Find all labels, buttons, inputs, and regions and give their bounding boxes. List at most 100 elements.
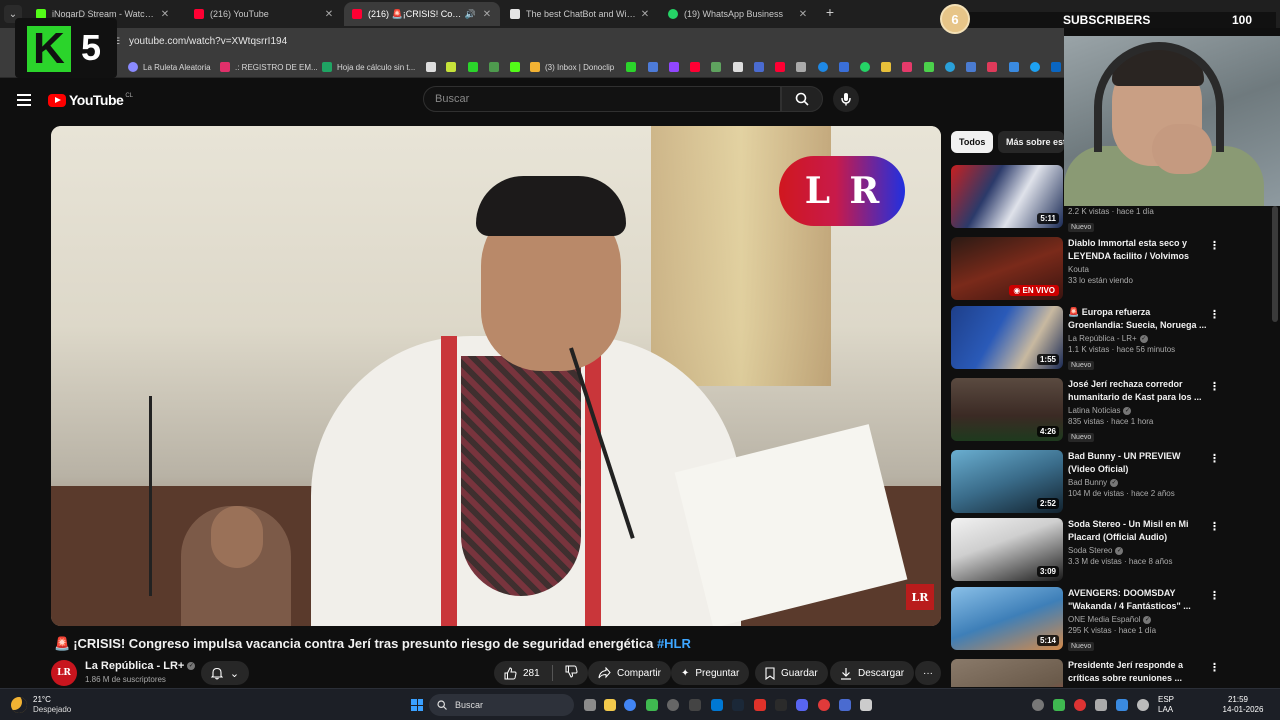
bookmark-icon[interactable] bbox=[839, 62, 849, 72]
microphone-icon[interactable] bbox=[1137, 699, 1149, 711]
recommended-video[interactable]: ◉ EN VIVO Diablo Immortal esta seco y LE… bbox=[951, 237, 1261, 303]
close-tab-icon[interactable]: ✕ bbox=[796, 9, 810, 20]
app-icon[interactable] bbox=[667, 699, 679, 711]
more-options-icon[interactable]: ⋮ bbox=[1209, 452, 1220, 465]
lr-corner-logo[interactable]: LR bbox=[906, 584, 934, 610]
close-tab-icon[interactable]: ✕ bbox=[638, 9, 652, 20]
video-channel[interactable]: La República - LR+ ✓ bbox=[1068, 334, 1208, 343]
save-button[interactable]: Guardar bbox=[755, 661, 828, 685]
more-options-icon[interactable]: ⋮ bbox=[1209, 239, 1220, 252]
bookmark-ruleta[interactable]: La Ruleta Aleatoria bbox=[128, 60, 211, 74]
notifications-button[interactable]: ⌄ bbox=[201, 661, 249, 685]
bookmark-donoclip[interactable]: (3) Inbox | Donoclip bbox=[530, 60, 614, 74]
more-options-icon[interactable]: ⋮ bbox=[1209, 589, 1220, 602]
youtube-logo[interactable]: YouTube CL bbox=[48, 92, 133, 108]
video-title[interactable]: Diablo Immortal esta seco y LEYENDA faci… bbox=[1068, 237, 1208, 263]
video-thumbnail[interactable]: 1:55 bbox=[951, 306, 1063, 369]
more-actions-button[interactable]: ··· bbox=[915, 661, 941, 685]
chrome-icon[interactable] bbox=[624, 699, 636, 711]
bookmark-icon[interactable] bbox=[648, 62, 658, 72]
discord-icon[interactable] bbox=[796, 699, 808, 711]
app-icon[interactable] bbox=[711, 699, 723, 711]
youtube-bookmark-icon[interactable] bbox=[775, 62, 785, 72]
dislike-button[interactable] bbox=[565, 665, 578, 681]
twitter-icon[interactable] bbox=[1030, 62, 1040, 72]
taskbar-search[interactable]: Buscar bbox=[429, 694, 574, 716]
new-tab-button[interactable]: + bbox=[822, 4, 838, 22]
download-button[interactable]: Descargar bbox=[830, 661, 915, 685]
steam-icon[interactable] bbox=[732, 699, 744, 711]
messenger-icon[interactable] bbox=[818, 62, 828, 72]
bookmark-icon[interactable] bbox=[881, 62, 891, 72]
bookmark-icon[interactable] bbox=[902, 62, 912, 72]
bookmark-icon[interactable] bbox=[711, 62, 721, 72]
ask-button[interactable]: ✦ Preguntar bbox=[671, 661, 750, 685]
video-title[interactable]: Presidente Jerí responde a críticas sobr… bbox=[1068, 659, 1208, 685]
more-options-icon[interactable]: ⋮ bbox=[1209, 520, 1220, 533]
bookmark-icon[interactable] bbox=[796, 62, 806, 72]
kick-bookmark-icon[interactable] bbox=[510, 62, 520, 72]
weather-moon-icon[interactable] bbox=[11, 697, 27, 713]
more-options-icon[interactable]: ⋮ bbox=[1209, 661, 1220, 674]
video-title[interactable]: José Jerí rechaza corredor humanitario d… bbox=[1068, 378, 1208, 404]
bookmark-icon[interactable] bbox=[966, 62, 976, 72]
like-button[interactable]: 281 bbox=[504, 666, 540, 680]
bookmark-icon[interactable] bbox=[754, 62, 764, 72]
search-input[interactable]: Buscar bbox=[423, 86, 781, 112]
clock-date[interactable]: 14-01-2026 bbox=[1218, 705, 1268, 714]
recommended-video[interactable]: 1:55 🚨 Europa refuerza Groenlandia: Suec… bbox=[951, 306, 1261, 372]
bookmark-icon[interactable] bbox=[733, 62, 743, 72]
bookmark-registro[interactable]: .: REGISTRO DE EM... bbox=[220, 60, 318, 74]
keyboard-layout[interactable]: LAA bbox=[1158, 705, 1173, 714]
task-view-icon[interactable] bbox=[584, 699, 596, 711]
weather-temperature[interactable]: 21°C bbox=[33, 695, 51, 704]
bookmark-icon[interactable] bbox=[1009, 62, 1019, 72]
tray-icon[interactable] bbox=[1074, 699, 1086, 711]
bookmark-icon[interactable] bbox=[987, 62, 997, 72]
recommended-video[interactable]: 3:09 Soda Stereo - Un Misil en Mi Placar… bbox=[951, 518, 1261, 584]
video-title[interactable]: Bad Bunny - UN PREVIEW (Video Oficial) bbox=[1068, 450, 1208, 476]
search-button[interactable] bbox=[781, 86, 823, 112]
video-title[interactable]: Soda Stereo - Un Misil en Mi Placard (Of… bbox=[1068, 518, 1208, 544]
linkedin-icon[interactable] bbox=[1051, 62, 1061, 72]
chip-mas-sobre-canal[interactable]: Más sobre este canal bbox=[998, 131, 1064, 153]
video-channel[interactable]: Bad Bunny ✓ bbox=[1068, 478, 1208, 487]
bookmark-icon[interactable] bbox=[426, 62, 436, 72]
weather-description[interactable]: Despejado bbox=[33, 705, 71, 714]
recommended-video[interactable]: 4:26 José Jerí rechaza corredor humanita… bbox=[951, 378, 1261, 444]
video-channel[interactable]: Latina Noticias ✓ bbox=[1068, 406, 1208, 415]
tab-youtube-video[interactable]: (216) 🚨¡CRISIS! Congreso 🔊 ✕ bbox=[344, 2, 500, 26]
app-icon[interactable] bbox=[775, 699, 787, 711]
clock-time[interactable]: 21:59 bbox=[1220, 695, 1256, 704]
video-thumbnail[interactable]: 2:52 bbox=[951, 450, 1063, 513]
bookmark-icon[interactable] bbox=[446, 62, 456, 72]
video-title[interactable]: 🚨 Europa refuerza Groenlandia: Suecia, N… bbox=[1068, 306, 1208, 332]
tray-icon[interactable] bbox=[1116, 699, 1128, 711]
share-button[interactable]: Compartir bbox=[588, 661, 671, 685]
tab-whatsapp[interactable]: (19) WhatsApp Business ✕ bbox=[660, 2, 816, 26]
bookmark-icon[interactable] bbox=[924, 62, 934, 72]
app-icon[interactable] bbox=[839, 699, 851, 711]
video-thumbnail[interactable]: 5:14 bbox=[951, 587, 1063, 650]
hashtag-link[interactable]: #HLR bbox=[657, 636, 691, 651]
close-tab-icon[interactable]: ✕ bbox=[158, 9, 172, 20]
whatsapp-icon[interactable] bbox=[860, 62, 870, 72]
tray-icon[interactable] bbox=[1032, 699, 1044, 711]
file-explorer-icon[interactable] bbox=[604, 699, 616, 711]
video-thumbnail[interactable]: 3:09 bbox=[951, 518, 1063, 581]
twitch-icon[interactable] bbox=[669, 62, 679, 72]
bookmark-hoja-calculo[interactable]: Hoja de cálculo sin t... bbox=[322, 60, 415, 74]
windows-start-icon[interactable] bbox=[411, 699, 423, 711]
telegram-icon[interactable] bbox=[945, 62, 955, 72]
video-player[interactable]: LR LR bbox=[51, 126, 941, 626]
more-options-icon[interactable]: ⋮ bbox=[1209, 380, 1220, 393]
app-icon[interactable] bbox=[818, 699, 830, 711]
close-tab-icon[interactable]: ✕ bbox=[480, 9, 494, 20]
recommended-video[interactable]: 2:52 Bad Bunny - UN PREVIEW (Video Ofici… bbox=[951, 450, 1261, 516]
app-icon[interactable] bbox=[860, 699, 872, 711]
chip-todos[interactable]: Todos bbox=[951, 131, 993, 153]
video-thumbnail[interactable]: 5:11 bbox=[951, 165, 1063, 228]
voice-search-button[interactable] bbox=[833, 86, 859, 112]
tray-icon[interactable] bbox=[1095, 699, 1107, 711]
bookmark-icon[interactable] bbox=[626, 62, 636, 72]
